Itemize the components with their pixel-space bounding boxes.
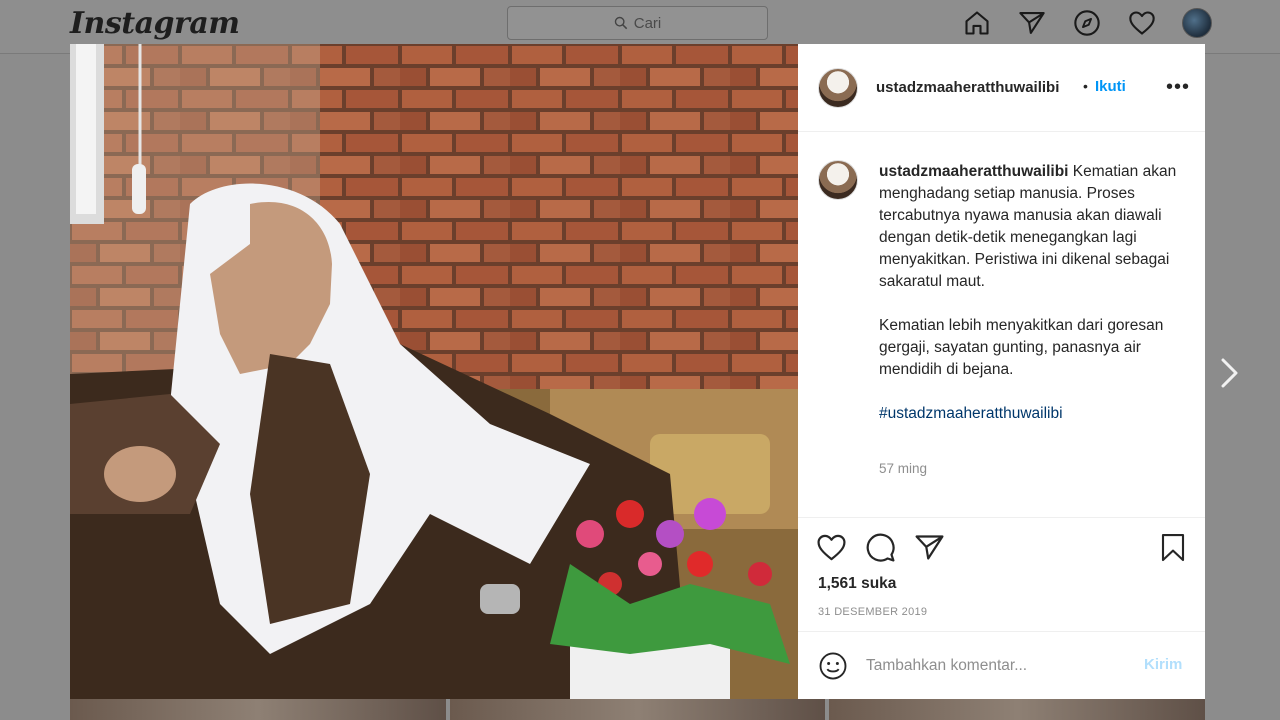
activity-icon[interactable] [1127, 8, 1157, 38]
caption-author-avatar[interactable] [818, 160, 858, 200]
grid-thumbnail [449, 699, 826, 720]
share-icon[interactable] [914, 532, 945, 563]
search-placeholder: Cari [633, 14, 662, 32]
emoji-icon[interactable] [818, 651, 848, 681]
comment-input[interactable] [866, 654, 1126, 678]
post-header: ustadzmaaheratthuwailibi • Ikuti ••• [798, 44, 1205, 132]
background-post-grid [70, 699, 1206, 720]
next-post-arrow-icon[interactable] [1218, 356, 1242, 390]
grid-thumbnail [829, 699, 1206, 720]
action-icons [816, 532, 945, 563]
post-comment-button[interactable]: Kirim [1144, 656, 1182, 673]
caption-time-ago: 57 ming [879, 461, 928, 476]
caption-username[interactable]: ustadzmaaheratthuwailibi [879, 163, 1068, 180]
explore-icon[interactable] [1072, 8, 1102, 38]
home-icon[interactable] [962, 8, 992, 38]
more-options-button[interactable]: ••• [1166, 76, 1190, 99]
author-avatar[interactable] [818, 68, 858, 108]
instagram-logo[interactable]: Instagram [70, 6, 240, 41]
post-photo[interactable] [70, 44, 798, 699]
caption-text: ustadzmaaheratthuwailibi Kematian akan m… [879, 161, 1179, 425]
likes-count[interactable]: 1,561 suka [818, 575, 896, 593]
caption-paragraph-1: Kematian akan menghadang setiap manusia.… [879, 163, 1177, 290]
save-bookmark-icon[interactable] [1158, 532, 1188, 563]
caption-hashtag[interactable]: #ustadzmaaheratthuwailibi [879, 403, 1179, 425]
post-photo-image [70, 44, 798, 699]
profile-avatar[interactable] [1182, 8, 1212, 38]
post-date: 31 DESEMBER 2019 [818, 606, 928, 618]
post-actions: 1,561 suka 31 DESEMBER 2019 [798, 517, 1205, 631]
grid-thumbnail [70, 699, 446, 720]
comment-icon[interactable] [865, 532, 896, 563]
follow-button[interactable]: Ikuti [1095, 78, 1126, 95]
direct-icon[interactable] [1017, 8, 1047, 38]
caption-section: ustadzmaaheratthuwailibi Kematian akan m… [798, 132, 1205, 517]
caption-paragraph-2: Kematian lebih menyakitkan dari goresan … [879, 317, 1164, 378]
post-details-panel: ustadzmaaheratthuwailibi • Ikuti ••• ust… [798, 44, 1205, 699]
add-comment-section: Kirim [798, 631, 1205, 699]
profile-avatar-image [1182, 8, 1212, 38]
search-box[interactable]: Cari [507, 6, 768, 40]
author-username[interactable]: ustadzmaaheratthuwailibi [876, 79, 1059, 96]
nav-icons [962, 8, 1212, 38]
search-icon [614, 16, 627, 30]
follow-separator: • [1083, 78, 1088, 94]
like-icon[interactable] [816, 532, 847, 563]
